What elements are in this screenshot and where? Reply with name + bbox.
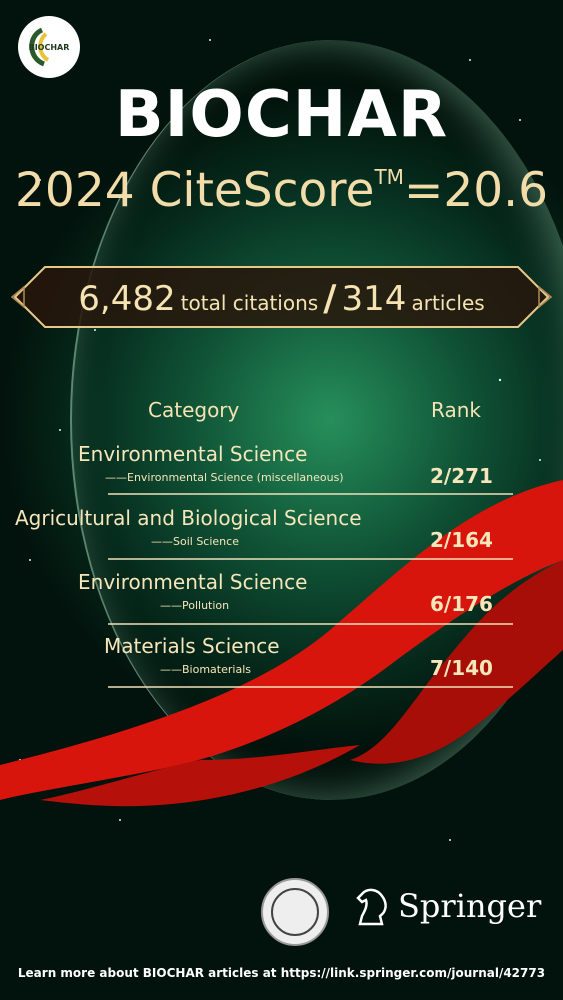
total-citations-value: 6,482 bbox=[78, 279, 176, 319]
row-1-category: Environmental Science bbox=[78, 442, 308, 466]
trademark: TM bbox=[374, 165, 404, 189]
row-2-subcategory: ——Soil Science bbox=[151, 535, 239, 548]
category-header: Category bbox=[148, 398, 240, 422]
springer-logo: Springer bbox=[352, 884, 541, 928]
rank-header: Rank bbox=[431, 398, 481, 422]
row-1-rank: 2/271 bbox=[430, 464, 493, 488]
row-1-subcategory: ——Environmental Science (miscellaneous) bbox=[105, 471, 344, 484]
row-4-subcategory: ——Biomaterials bbox=[160, 663, 251, 676]
row-1-divider bbox=[108, 493, 513, 495]
journal-title: BIOCHAR bbox=[114, 78, 449, 152]
articles-value: 314 bbox=[341, 279, 407, 319]
row-2-rank: 2/164 bbox=[430, 528, 493, 552]
citescore-line: 2024 CiteScoreTM=20.6 bbox=[0, 163, 563, 218]
row-4-divider bbox=[108, 686, 513, 688]
citescore-value: =20.6 bbox=[403, 163, 548, 218]
row-4-category: Materials Science bbox=[104, 634, 280, 658]
footer-link-text[interactable]: Learn more about BIOCHAR articles at htt… bbox=[0, 966, 563, 980]
row-3-category: Environmental Science bbox=[78, 570, 308, 594]
stats-text: 6,482 total citations / 314 articles bbox=[0, 278, 563, 319]
springer-wordmark: Springer bbox=[398, 887, 542, 925]
biochar-logo: BIOCHAR bbox=[18, 16, 80, 78]
row-3-divider bbox=[108, 623, 513, 625]
row-2-category: Agricultural and Biological Science bbox=[15, 506, 362, 530]
seal-building-icon bbox=[271, 888, 319, 936]
university-seal-icon bbox=[261, 878, 329, 946]
springer-horse-icon bbox=[356, 888, 387, 926]
stats-separator: / bbox=[323, 278, 337, 319]
total-citations-label: total citations bbox=[180, 291, 319, 315]
row-3-subcategory: ——Pollution bbox=[160, 599, 230, 612]
row-3-rank: 6/176 bbox=[430, 592, 493, 616]
poster: BIOCHAR BIOCHAR 2024 CiteScoreTM=20.6 6,… bbox=[0, 0, 563, 1000]
logo-text: BIOCHAR bbox=[28, 43, 70, 52]
citescore-label: 2024 CiteScore bbox=[15, 163, 375, 218]
row-4-rank: 7/140 bbox=[430, 656, 493, 680]
articles-label: articles bbox=[411, 291, 485, 315]
row-2-divider bbox=[108, 558, 513, 560]
